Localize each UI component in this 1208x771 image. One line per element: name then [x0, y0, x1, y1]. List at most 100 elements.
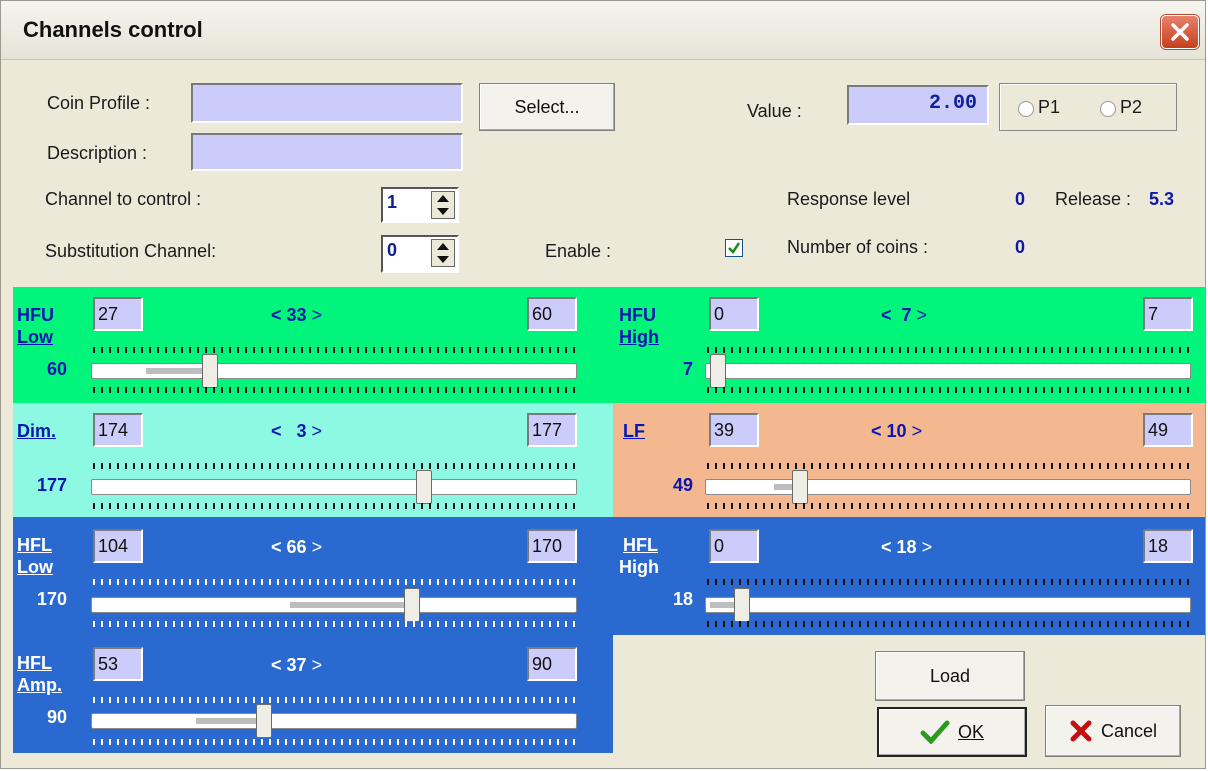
panel-hfu-low: HFU Low 60 27 < 33 > 60	[13, 287, 613, 403]
panel-range-value: 3	[296, 421, 307, 441]
spinner-arrows-icon[interactable]	[431, 191, 455, 219]
panel-current-value: 7	[682, 359, 693, 379]
slider-ticks-top	[93, 347, 577, 353]
panel-range: < 33 >	[271, 305, 323, 325]
slider-ticks-bottom	[707, 621, 1191, 627]
panel-min-input[interactable]: 0	[709, 529, 759, 563]
panel-hfl-high: HFL High 18 0 < 18 > 18	[613, 517, 1205, 635]
slider-ticks-bottom	[93, 503, 577, 509]
response-level-value: 0	[1015, 189, 1026, 209]
load-button[interactable]: Load	[875, 651, 1025, 701]
panel-min-input[interactable]: 174	[93, 413, 143, 447]
slider-ticks-top	[707, 579, 1191, 585]
panel-range-value: 37	[286, 655, 307, 675]
panel-min-input[interactable]: 0	[709, 297, 759, 331]
select-button[interactable]: Select...	[479, 83, 615, 131]
slider-range-bar	[290, 602, 412, 608]
panel-hfu-high: HFU High 7 0 < 7 > 7	[613, 287, 1205, 403]
profile-radio-group: P1 P2	[999, 83, 1177, 131]
panel-range: < 7 >	[881, 305, 928, 325]
slider-thumb[interactable]	[202, 354, 218, 388]
release-label: Release :	[1055, 189, 1132, 209]
slider-range-bar	[146, 368, 210, 374]
slider-ticks-bottom	[93, 387, 577, 393]
checkmark-icon	[920, 720, 950, 744]
checkmark-icon	[728, 242, 741, 254]
panel-current-value: 60	[46, 359, 67, 379]
panel-current-value: 170	[36, 589, 67, 609]
slider-ticks-bottom	[93, 739, 577, 745]
slider-thumb[interactable]	[256, 704, 272, 738]
panel-max-input[interactable]: 49	[1143, 413, 1193, 447]
slider-ticks-top	[93, 697, 577, 703]
slider-range-bar	[196, 718, 262, 724]
panel-slider[interactable]	[91, 470, 577, 504]
slider-ticks-top	[93, 579, 577, 585]
p2-radio[interactable]	[1100, 101, 1116, 117]
panel-range-value: 33	[286, 305, 307, 325]
panel-name: Dim.	[17, 421, 57, 441]
ok-button[interactable]: OK	[877, 707, 1027, 757]
slider-thumb[interactable]	[792, 470, 808, 504]
panel-max-input[interactable]: 170	[527, 529, 577, 563]
coin-profile-input[interactable]	[191, 83, 463, 123]
panel-name: LF	[623, 421, 645, 441]
cancel-button[interactable]: Cancel	[1045, 705, 1181, 757]
panel-current-value: 49	[672, 475, 693, 495]
panel-min-input[interactable]: 53	[93, 647, 143, 681]
description-input[interactable]	[191, 133, 463, 171]
panel-range: < 37 >	[271, 655, 323, 675]
ok-label: OK	[957, 721, 984, 742]
panel-range-value: 10	[886, 421, 907, 441]
slider-thumb[interactable]	[710, 354, 726, 388]
substitution-value: 0	[387, 240, 398, 260]
panel-subname: High	[619, 327, 659, 347]
panel-range: < 66 >	[271, 537, 323, 557]
value-label: Value :	[747, 101, 802, 121]
panel-range: < 3 >	[271, 421, 323, 441]
slider-thumb[interactable]	[404, 588, 420, 622]
substitution-label: Substitution Channel:	[45, 241, 217, 261]
spinner-arrows-icon[interactable]	[431, 239, 455, 267]
panel-max-input[interactable]: 7	[1143, 297, 1193, 331]
panel-max-input[interactable]: 90	[527, 647, 577, 681]
panel-max-input[interactable]: 60	[527, 297, 577, 331]
panel-subname: Low	[17, 327, 53, 347]
panel-min-input[interactable]: 27	[93, 297, 143, 331]
slider-ticks-bottom	[93, 621, 577, 627]
slider-ticks-bottom	[707, 387, 1191, 393]
panel-range-value: 18	[896, 537, 917, 557]
panel-range: < 10 >	[871, 421, 923, 441]
panel-current-value: 177	[36, 475, 67, 495]
channel-label: Channel to control :	[45, 189, 202, 209]
substitution-spinner[interactable]: 0	[381, 235, 459, 273]
channel-spinner[interactable]: 1	[381, 187, 459, 223]
panel-name: HFL	[17, 535, 52, 555]
panel-subname: Amp.	[17, 675, 62, 695]
close-button[interactable]	[1161, 15, 1199, 49]
panel-slider[interactable]	[705, 354, 1191, 388]
enable-label: Enable :	[545, 241, 612, 261]
panel-subname: Low	[17, 557, 53, 577]
panel-slider[interactable]	[705, 588, 1191, 622]
panel-max-input[interactable]: 18	[1143, 529, 1193, 563]
slider-thumb[interactable]	[734, 588, 750, 622]
slider-thumb[interactable]	[416, 470, 432, 504]
panel-slider[interactable]	[91, 588, 577, 622]
panel-slider[interactable]	[91, 704, 577, 738]
panel-slider[interactable]	[705, 470, 1191, 504]
cross-icon	[1070, 720, 1092, 742]
coins-value: 0	[1015, 237, 1026, 257]
p1-radio[interactable]	[1018, 101, 1034, 117]
channels-control-window: Channels control Coin Profile : Descript…	[0, 0, 1206, 769]
panel-name: HFL	[17, 653, 52, 673]
panel-max-input[interactable]: 177	[527, 413, 577, 447]
panel-min-input[interactable]: 104	[93, 529, 143, 563]
p1-label: P1	[1038, 97, 1061, 117]
panel-min-input[interactable]: 39	[709, 413, 759, 447]
panel-slider[interactable]	[91, 354, 577, 388]
title-bar[interactable]: Channels control	[1, 1, 1205, 60]
release-value: 5.3	[1149, 189, 1175, 209]
enable-checkbox[interactable]	[725, 239, 743, 257]
panel-range: < 18 >	[881, 537, 933, 557]
